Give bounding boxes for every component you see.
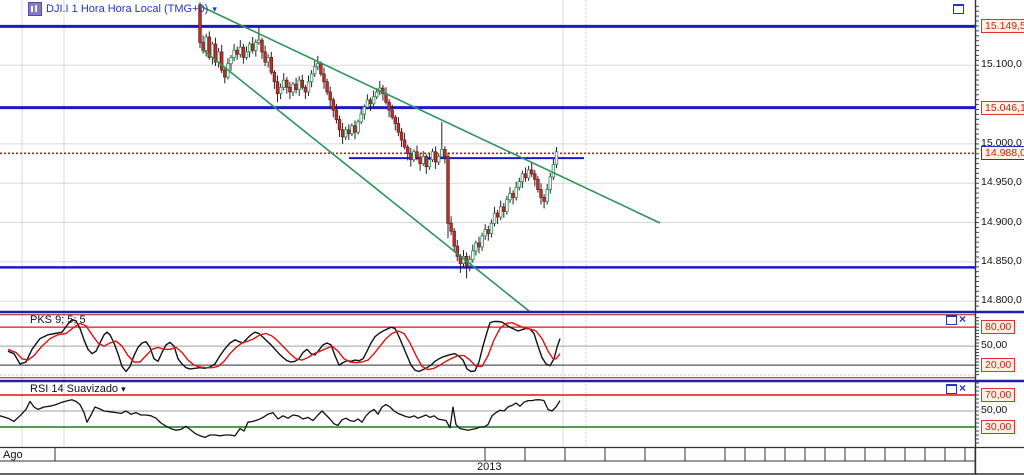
rsi-indicator-label: RSI 14 Suavizado bbox=[30, 383, 119, 395]
restore-pane-icon[interactable] bbox=[946, 384, 957, 394]
price-tick-label: 14.900,0 bbox=[981, 215, 1022, 228]
price-axis[interactable]: 15.100,0 15.000,0 14.950,0 14.900,0 14.850,0… bbox=[975, 0, 1024, 475]
price-level-badge: 15.046,1 bbox=[981, 100, 1024, 115]
pks-tick-label: 50,00 bbox=[981, 339, 1008, 352]
chart-icon bbox=[28, 2, 42, 16]
price-tick-label: 14.950,0 bbox=[981, 176, 1022, 189]
restore-pane-icon[interactable] bbox=[946, 315, 957, 325]
rsi-tick-label: 50,00 bbox=[981, 404, 1008, 416]
pks-indicator-label: PKS 9; 5; 5 bbox=[30, 314, 86, 326]
pks-level-badge: 80,00 bbox=[981, 320, 1016, 335]
price-level-badge: 15.149,5 bbox=[981, 19, 1024, 34]
close-pane-icon[interactable]: × bbox=[959, 382, 966, 394]
price-tick-label: 15.100,0 bbox=[981, 58, 1022, 71]
rsi-level-badge: 70,00 bbox=[981, 388, 1016, 402]
chevron-down-icon[interactable]: ▾ bbox=[212, 4, 217, 15]
instrument-title: DJI.I 1 Hora Hora Local (TMG+0) bbox=[46, 3, 209, 15]
pks-level-badge: 20,00 bbox=[981, 358, 1016, 373]
rsi-level-badge: 30,00 bbox=[981, 420, 1016, 434]
restore-pane-icon[interactable] bbox=[953, 4, 964, 14]
price-tick-label: 14.850,0 bbox=[981, 254, 1022, 267]
time-axis-month-label: Ago bbox=[3, 449, 23, 461]
price-tick-label: 14.800,0 bbox=[981, 294, 1022, 307]
rsi-indicator-selector[interactable]: RSI 14 Suavizado ▾ bbox=[30, 383, 126, 395]
chart-window: DJI.I 1 Hora Hora Local (TMG+0) ▾ PKS 9;… bbox=[0, 0, 1024, 475]
chart-plot-svg[interactable] bbox=[0, 0, 1024, 475]
instrument-selector[interactable]: DJI.I 1 Hora Hora Local (TMG+0) ▾ bbox=[28, 2, 217, 16]
time-axis-year-label: 2013 bbox=[477, 461, 502, 473]
price-level-badge: 14.988,0 bbox=[981, 146, 1024, 161]
chevron-down-icon[interactable]: ▾ bbox=[121, 384, 126, 394]
close-pane-icon[interactable]: × bbox=[959, 313, 966, 325]
